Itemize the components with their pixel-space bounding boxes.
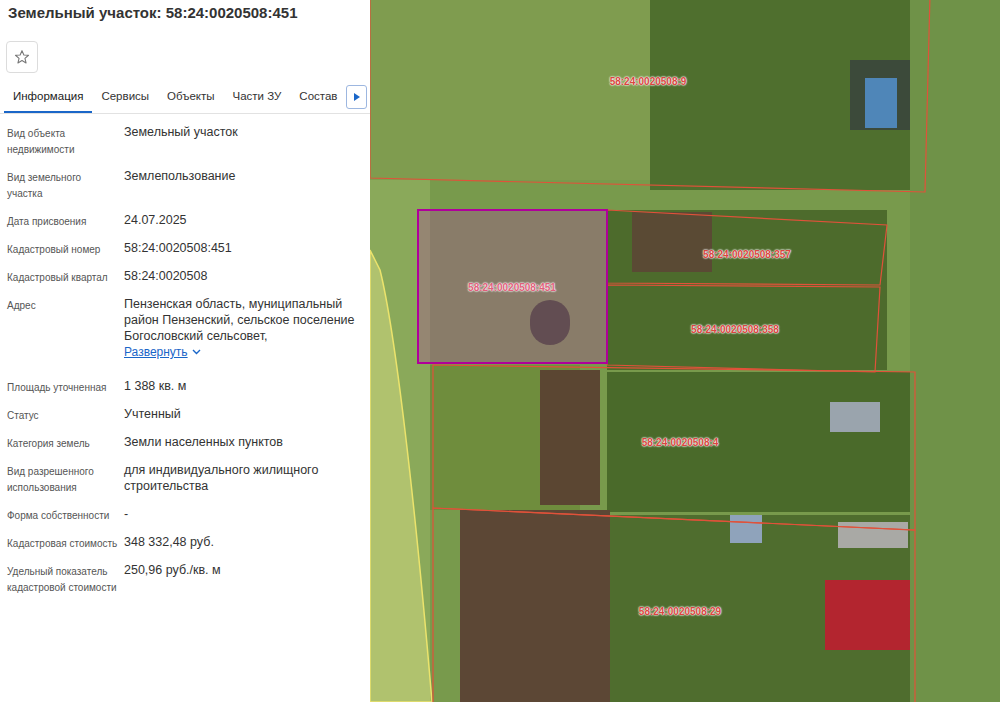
field-label: Вид земельного участка xyxy=(7,168,124,202)
parcel-label[interactable]: 58:24:0020508:29 xyxy=(639,606,721,618)
field-row: Кадастровый номер58:24:0020508:451 xyxy=(0,240,370,268)
field-label: Кадастровая стоимость xyxy=(7,534,124,552)
parcel-label[interactable]: 58:24:0020508:357 xyxy=(703,249,791,261)
parcel-label[interactable]: 58:24:0020508:451 xyxy=(468,282,556,294)
expand-link-text[interactable]: Развернуть xyxy=(124,344,188,360)
field-value: 24.07.2025 xyxy=(124,212,362,230)
field-value-text: 58:24:0020508 xyxy=(124,268,362,284)
field-label: Дата присвоения xyxy=(7,212,124,230)
field-label: Форма собственности xyxy=(7,506,124,524)
field-value: Земли населенных пунктов xyxy=(124,434,362,452)
field-row: Кадастровая стоимость348 332,48 руб. xyxy=(0,534,370,562)
tab[interactable]: Состав xyxy=(290,81,346,113)
field-value: 1 388 кв. м xyxy=(124,378,362,396)
parcel-layer xyxy=(370,0,1000,702)
field-value-text: Земельный участок xyxy=(124,124,362,140)
arrow-right-icon xyxy=(353,92,361,102)
field-value-text: 1 388 кв. м xyxy=(124,378,362,394)
parcel[interactable] xyxy=(433,365,915,530)
field-value-text: Пензенская область, муниципальный район … xyxy=(124,296,362,344)
field-row: Площадь уточненная1 388 кв. м xyxy=(0,378,370,406)
field-label: Адрес xyxy=(7,296,124,360)
field-row: Вид земельного участкаЗемлепользование xyxy=(0,168,370,212)
parcel[interactable] xyxy=(370,0,930,192)
field-value: 58:24:0020508:451 xyxy=(124,240,362,258)
parcel-label[interactable]: 58:24:0020508:4 xyxy=(642,437,719,449)
parcel-label[interactable]: 58:24:0020508:358 xyxy=(691,324,779,336)
field-row: Кадастровый квартал58:24:0020508 xyxy=(0,268,370,296)
field-value-text: 58:24:0020508:451 xyxy=(124,240,362,256)
field-value-text: - xyxy=(124,506,362,522)
field-label: Кадастровый номер xyxy=(7,240,124,258)
field-row: Категория земельЗемли населенных пунктов xyxy=(0,434,370,462)
field-value: 250,96 руб./кв. м xyxy=(124,562,362,596)
field-value: Пензенская область, муниципальный район … xyxy=(124,296,362,360)
parcel[interactable] xyxy=(418,210,607,363)
field-label: Вид разрешенного использования xyxy=(7,462,124,496)
field-value: Учтенный xyxy=(124,406,362,424)
star-icon xyxy=(14,49,30,65)
field-label: Вид объекта недвижимости xyxy=(7,124,124,158)
favorite-button[interactable] xyxy=(6,41,38,73)
field-value-text: 24.07.2025 xyxy=(124,212,362,228)
panel-title: Земельный участок: 58:24:0020508:451 xyxy=(0,0,370,22)
field-value: 348 332,48 руб. xyxy=(124,534,362,552)
parcel[interactable] xyxy=(433,508,915,702)
field-row: Вид разрешенного использованиядля индиви… xyxy=(0,462,370,506)
field-value-text: для индивидуального жилищного строительс… xyxy=(124,462,362,494)
field-value-text: Землепользование xyxy=(124,168,362,184)
field-value: - xyxy=(124,506,362,524)
field-value: Земельный участок xyxy=(124,124,362,158)
field-row: Вид объекта недвижимостиЗемельный участо… xyxy=(0,124,370,168)
field-value-text: 250,96 руб./кв. м xyxy=(124,562,362,578)
parcel-label[interactable]: 58:24:0020508:9 xyxy=(610,76,687,88)
tab-bar: ИнформацияСервисыОбъектыЧасти ЗУСостав xyxy=(0,81,370,114)
field-value: Землепользование xyxy=(124,168,362,202)
parcel[interactable] xyxy=(607,210,887,285)
tab[interactable]: Сервисы xyxy=(92,81,158,113)
chevron-down-icon xyxy=(192,349,201,355)
field-value-text: Учтенный xyxy=(124,406,362,422)
tab[interactable]: Объекты xyxy=(158,81,223,113)
info-panel: Земельный участок: 58:24:0020508:451 Инф… xyxy=(0,0,370,702)
field-label: Удельный показатель кадастровой стоимост… xyxy=(7,562,124,596)
field-label: Категория земель xyxy=(7,434,124,452)
field-row: Удельный показатель кадастровой стоимост… xyxy=(0,562,370,606)
field-label: Кадастровый квартал xyxy=(7,268,124,286)
field-row: АдресПензенская область, муниципальный р… xyxy=(0,296,370,378)
field-value: для индивидуального жилищного строительс… xyxy=(124,462,362,496)
tabs-scroll-button[interactable] xyxy=(346,85,367,109)
field-value-text: Земли населенных пунктов xyxy=(124,434,362,450)
field-row: Дата присвоения24.07.2025 xyxy=(0,212,370,240)
expand-link[interactable]: Развернуть xyxy=(124,344,201,360)
field-row: Форма собственности- xyxy=(0,506,370,534)
field-label: Площадь уточненная xyxy=(7,378,124,396)
parcel[interactable] xyxy=(607,285,880,372)
field-value-text: 348 332,48 руб. xyxy=(124,534,362,550)
field-list: Вид объекта недвижимостиЗемельный участо… xyxy=(0,114,370,606)
tab[interactable]: Информация xyxy=(4,81,92,113)
tab[interactable]: Части ЗУ xyxy=(224,81,291,113)
field-label: Статус xyxy=(7,406,124,424)
field-row: СтатусУчтенный xyxy=(0,406,370,434)
field-value: 58:24:0020508 xyxy=(124,268,362,286)
map[interactable]: 58:24:0020508:9 58:24:0020508:357 58:24:00… xyxy=(370,0,1000,702)
